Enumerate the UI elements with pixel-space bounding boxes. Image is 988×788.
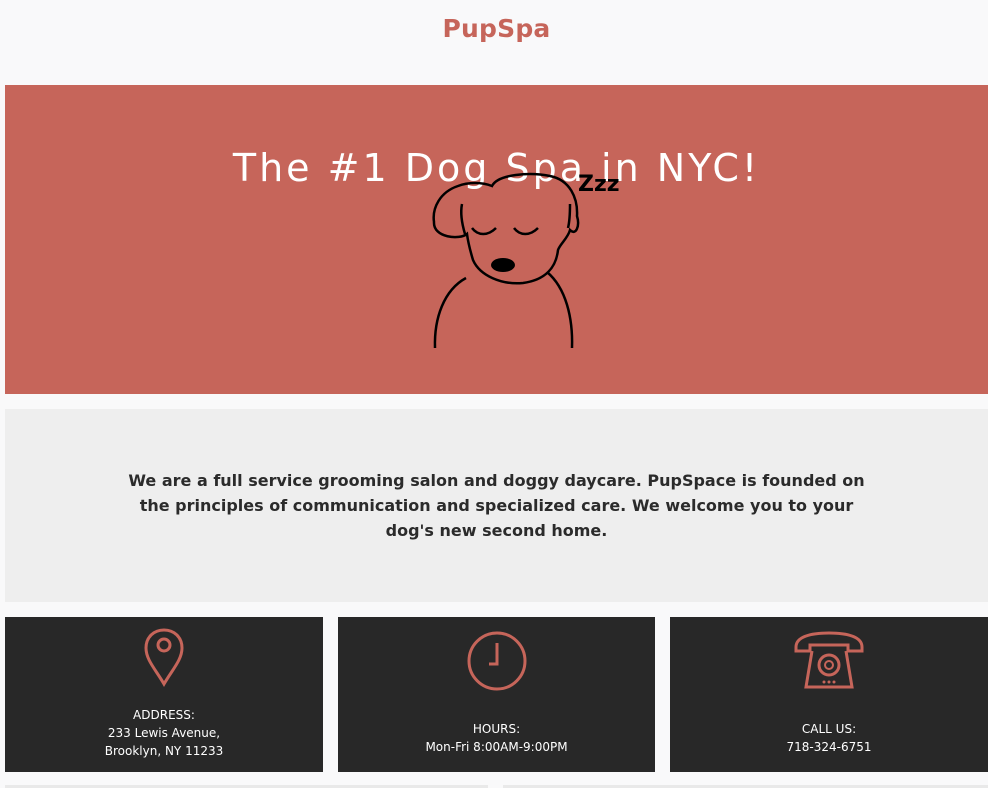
telephone-icon [794,631,864,689]
phone-number-link[interactable]: 718-324-6751 [670,738,988,756]
intro-section: We are a full service grooming salon and… [5,409,988,602]
hours-label: HOURS: [472,722,521,736]
address-label: ADDRESS: [133,708,195,722]
intro-paragraph: We are a full service grooming salon and… [128,471,865,540]
clock-icon [467,631,526,691]
phone-label: CALL US: [801,722,857,736]
hero-banner: The #1 Dog Spa in NYC! Zzz [5,85,988,394]
address-line-city: Brooklyn, NY 11233 [104,744,224,758]
map-pin-icon [144,628,184,688]
hours-card: HOURS: Mon-Fri 8:00AM-9:00PM [338,617,655,772]
sleeping-dog-illustration: Zzz [432,172,620,349]
phone-card: CALL US: 718-324-6751 [670,617,988,772]
address-line-street: 233 Lewis Avenue, [107,726,221,740]
brand-logo-text[interactable]: PupSpa [0,14,988,43]
hours-value: Mon-Fri 8:00AM-9:00PM [425,740,568,754]
address-card: ADDRESS: 233 Lewis Avenue, Brooklyn, NY … [5,617,323,772]
snore-text: Zzz [578,172,620,197]
